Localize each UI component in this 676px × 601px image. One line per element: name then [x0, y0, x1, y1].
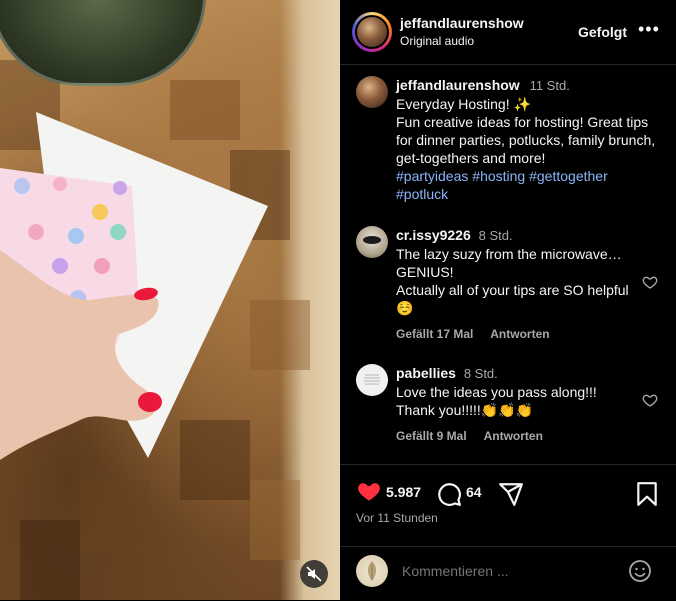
comment-text: Love the ideas you pass along!!! Thank y… [396, 384, 597, 418]
comment-icon[interactable] [436, 481, 462, 507]
comment-username[interactable]: cr.issy9226 [396, 227, 471, 243]
reply-button[interactable]: Antworten [490, 327, 549, 341]
caption-time: 11 Std. [529, 78, 570, 93]
comment-input[interactable] [400, 562, 624, 580]
comment-likes[interactable]: Gefällt 17 Mal [396, 327, 473, 341]
comment-text: Actually all of your tips are SO helpful… [396, 282, 629, 316]
comment-likes[interactable]: Gefällt 9 Mal [396, 429, 467, 443]
video-frame [0, 60, 310, 600]
heart-outline-icon[interactable] [642, 274, 658, 290]
author-avatar[interactable] [352, 12, 392, 52]
likes-count[interactable]: 5.987 [386, 484, 421, 500]
caption-username[interactable]: jeffandlaurenshow [396, 77, 520, 93]
text-avatar-icon [364, 374, 380, 385]
post-time: Vor 11 Stunden [356, 511, 438, 525]
leaf-icon [367, 561, 377, 581]
hashtag-link[interactable]: #gettogether [529, 168, 608, 184]
commenter-avatar[interactable] [356, 364, 388, 396]
comment-username[interactable]: pabellies [396, 365, 456, 381]
reply-button[interactable]: Antworten [484, 429, 543, 443]
share-icon[interactable] [498, 481, 524, 507]
post-header: jeffandlaurenshow Original audio Gefolgt… [340, 0, 676, 65]
caption-avatar[interactable] [356, 76, 388, 108]
post-panel: jeffandlaurenshow Original audio Gefolgt… [340, 0, 676, 600]
hashtag-link[interactable]: #potluck [396, 186, 448, 202]
comment-time: 8 Std. [478, 228, 513, 243]
heart-filled-icon[interactable] [356, 481, 382, 505]
post-actions: 5.987 64 Vor 11 Stunden [340, 464, 676, 547]
speaker-muted-icon [306, 566, 322, 582]
add-comment-bar [340, 546, 676, 601]
more-options-icon[interactable]: ••• [638, 19, 660, 40]
heart-outline-icon[interactable] [642, 392, 658, 408]
comments-count[interactable]: 64 [466, 484, 482, 500]
author-username[interactable]: jeffandlaurenshow [400, 15, 524, 31]
comment-text: The lazy suzy from the microwave… GENIUS… [396, 246, 622, 280]
post-media[interactable] [0, 0, 340, 600]
hashtag-link[interactable]: #partyideas [396, 168, 468, 184]
hashtag-link[interactable]: #hosting [472, 168, 525, 184]
caption-title: Everyday Hosting! ✨ [396, 96, 531, 112]
audio-label[interactable]: Original audio [400, 34, 474, 48]
commenter-avatar[interactable] [356, 226, 388, 258]
caption-body: Fun creative ideas for hosting! Great ti… [396, 114, 656, 166]
mute-button[interactable] [300, 560, 328, 588]
current-user-avatar [356, 555, 388, 587]
bookmark-icon[interactable] [636, 481, 658, 507]
emoji-icon[interactable] [628, 559, 652, 583]
following-button[interactable]: Gefolgt [578, 24, 627, 40]
comment-time: 8 Std. [463, 366, 498, 381]
sunglasses-icon [363, 236, 381, 244]
